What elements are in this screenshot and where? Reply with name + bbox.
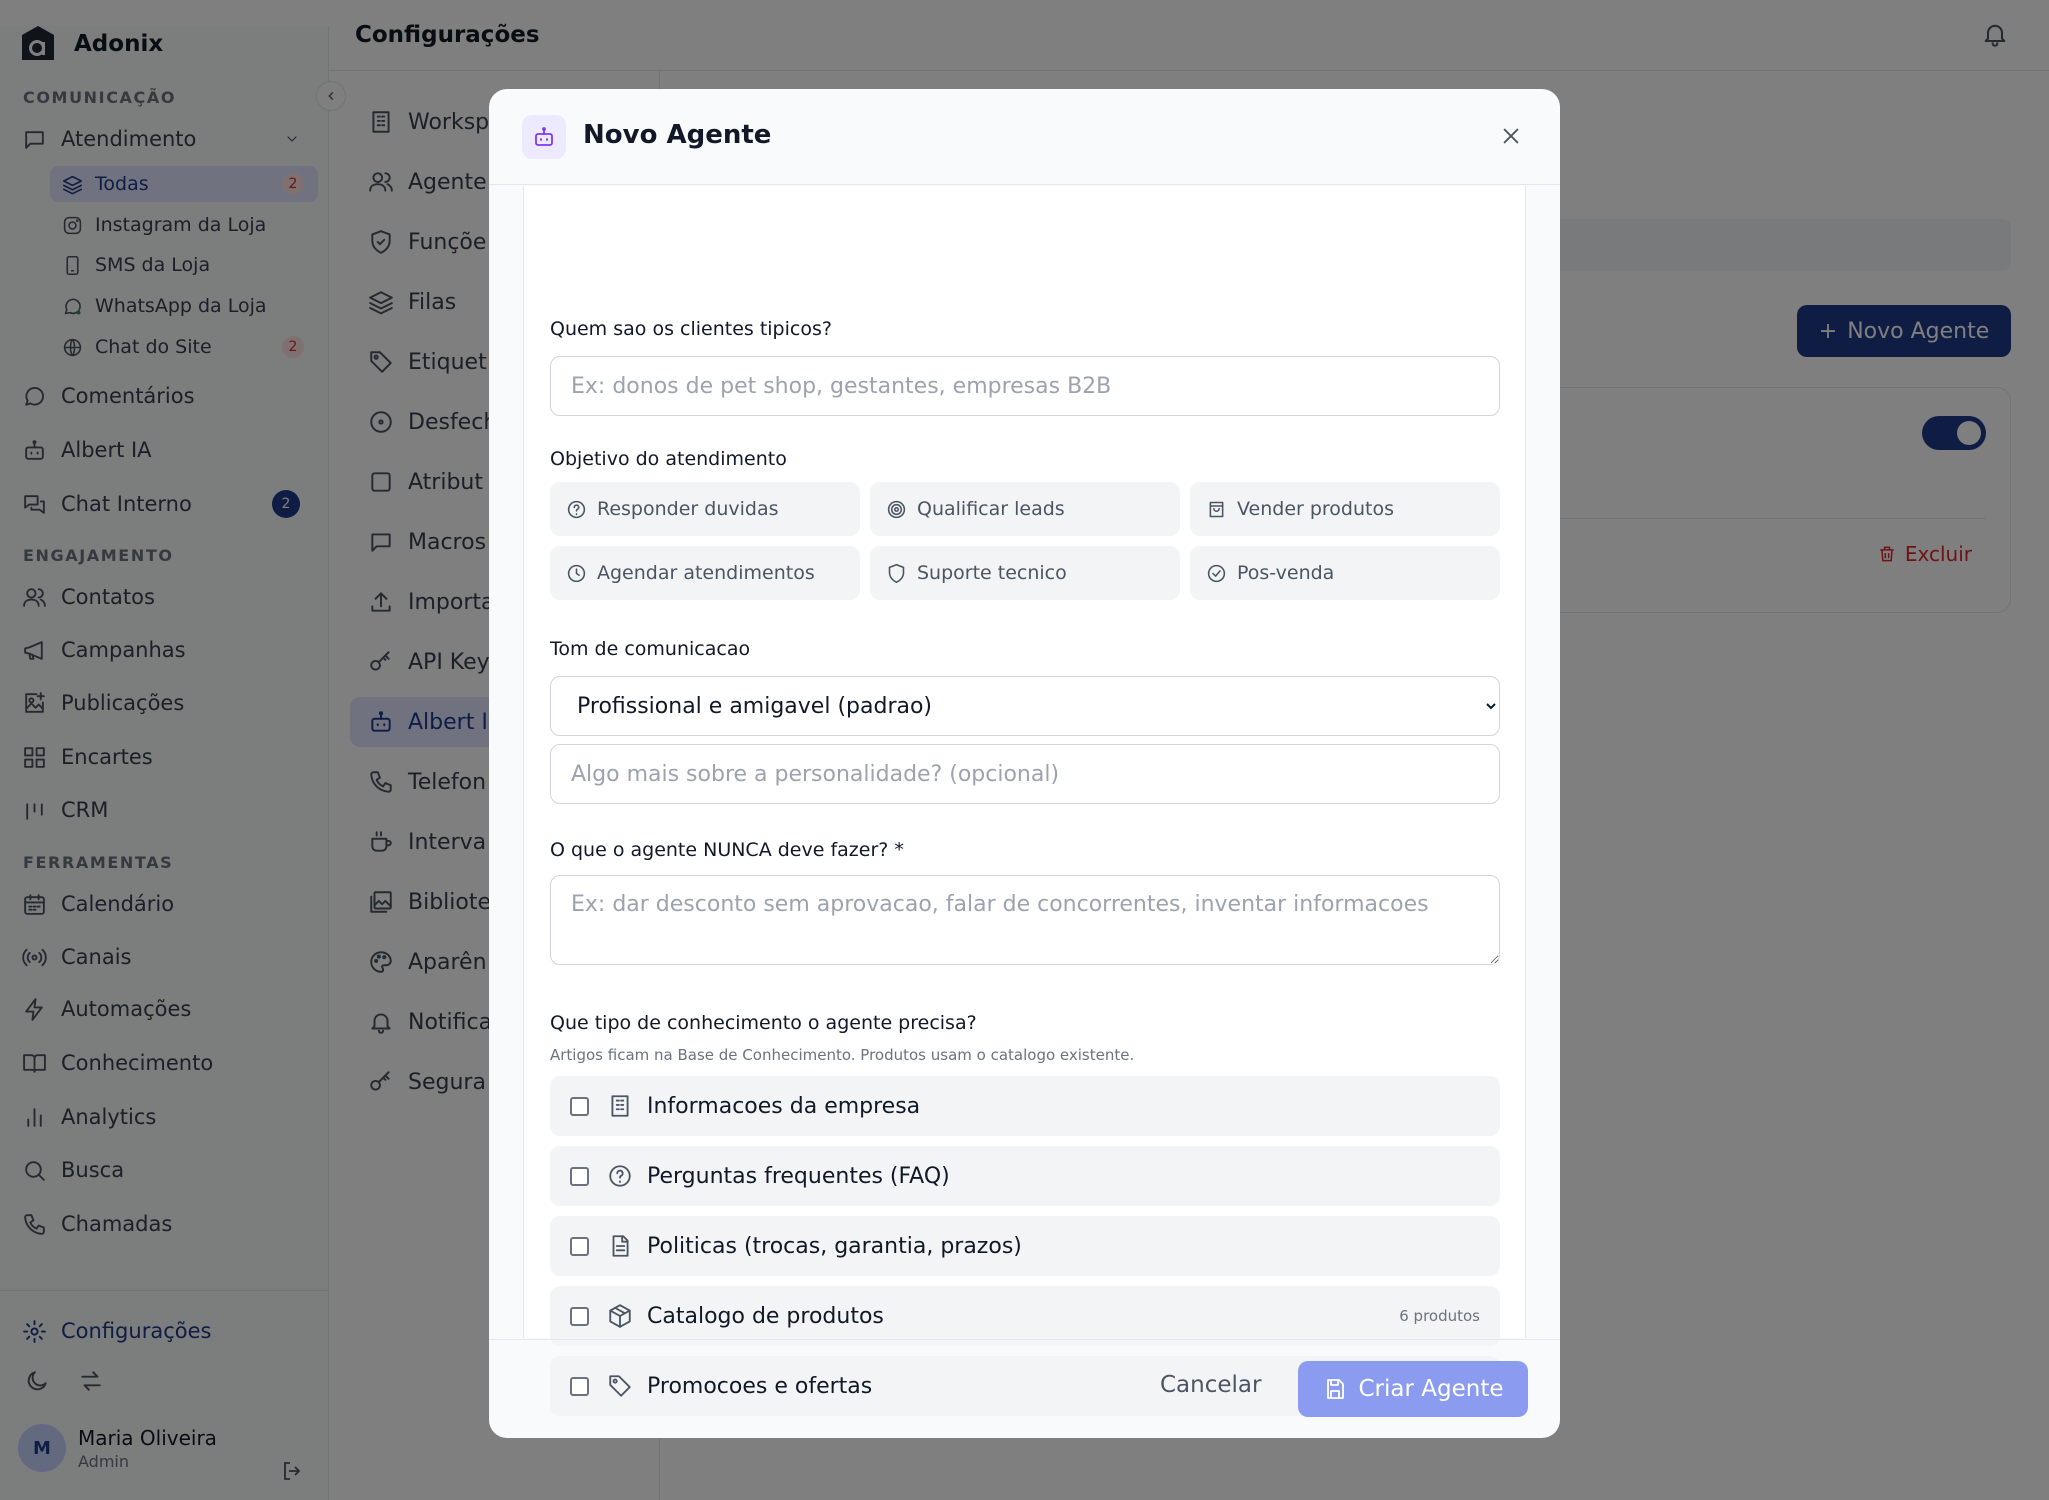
modal-body[interactable]: Quem sao os clientes tipicos? Objetivo d… <box>523 186 1526 1416</box>
save-icon <box>1326 1379 1344 1399</box>
objective-option-label: Vender produtos <box>1237 498 1395 520</box>
objective-option-label: Agendar atendimentos <box>597 562 815 584</box>
close-icon <box>1503 128 1519 144</box>
help-circle-icon <box>609 1165 631 1187</box>
objective-option-label: Pos-venda <box>1237 562 1335 584</box>
objective-option-label: Qualificar leads <box>917 498 1065 520</box>
objective-option-responder-duvidas[interactable]: Responder duvidas <box>550 482 860 536</box>
never-textarea[interactable] <box>550 875 1500 965</box>
product-count: 6 produtos <box>1399 1307 1480 1325</box>
shield-icon <box>888 563 905 583</box>
checkbox[interactable] <box>570 1096 589 1116</box>
objective-option-vender-produtos[interactable]: Vender produtos <box>1190 482 1500 536</box>
target-icon <box>887 500 906 518</box>
tone-select[interactable]: Profissional e amigavel (padrao) <box>550 676 1500 736</box>
objective-option-agendar-atendimentos[interactable]: Agendar atendimentos <box>550 546 860 600</box>
clock-icon <box>567 564 586 582</box>
tone-label: Tom de comunicacao <box>550 638 751 660</box>
modal-title: Novo Agente <box>583 120 772 150</box>
close-button[interactable] <box>1498 123 1524 149</box>
checkbox[interactable] <box>570 1166 589 1186</box>
knowledge-option-label: Politicas (trocas, garantia, prazos) <box>647 1233 1022 1259</box>
knowledge-label: Que tipo de conhecimento o agente precis… <box>550 1012 977 1034</box>
knowledge-option-label: Catalogo de produtos <box>647 1303 884 1329</box>
knowledge-option-label: Informacoes da empresa <box>647 1093 921 1119</box>
knowledge-option-faq[interactable]: Perguntas frequentes (FAQ) <box>550 1146 1500 1206</box>
cancel-button[interactable]: Cancelar <box>1160 1372 1261 1398</box>
checkbox[interactable] <box>570 1236 589 1256</box>
never-label: O que o agente NUNCA deve fazer? * <box>550 839 904 861</box>
shopping-bag-icon <box>1209 501 1224 517</box>
personality-input[interactable] <box>550 744 1500 804</box>
knowledge-option-politicas[interactable]: Politicas (trocas, garantia, prazos) <box>550 1216 1500 1276</box>
modal-footer: Cancelar Criar Agente <box>489 1339 1560 1438</box>
objective-label: Objetivo do atendimento <box>550 448 787 470</box>
help-circle-icon <box>567 500 586 518</box>
knowledge-hint: Artigos ficam na Base de Conhecimento. P… <box>550 1046 1135 1064</box>
objective-option-pos-venda[interactable]: Pos-venda <box>1190 546 1500 600</box>
modal-icon <box>522 115 566 159</box>
knowledge-option-label: Perguntas frequentes (FAQ) <box>647 1163 950 1189</box>
knowledge-option-catalogo[interactable]: Catalogo de produtos 6 produtos <box>550 1286 1500 1346</box>
create-agent-button[interactable]: Criar Agente <box>1298 1361 1528 1417</box>
modal-header: Novo Agente <box>489 89 1560 185</box>
check-circle-icon <box>1207 564 1226 582</box>
objective-option-label: Suporte tecnico <box>917 562 1067 584</box>
objective-options: Responder duvidas Qualificar leads Vende… <box>550 482 1500 600</box>
building-icon <box>611 1095 629 1117</box>
checkbox[interactable] <box>570 1306 589 1326</box>
bot-icon <box>535 127 553 146</box>
create-agent-label: Criar Agente <box>1358 1376 1504 1402</box>
clients-label: Quem sao os clientes tipicos? <box>550 318 832 340</box>
file-text-icon <box>612 1235 629 1257</box>
package-icon <box>609 1304 631 1328</box>
knowledge-option-empresa[interactable]: Informacoes da empresa <box>550 1076 1500 1136</box>
objective-option-label: Responder duvidas <box>597 498 779 520</box>
clients-input[interactable] <box>550 356 1500 416</box>
objective-option-qualificar-leads[interactable]: Qualificar leads <box>870 482 1180 536</box>
new-agent-modal: Novo Agente Quem sao os clientes tipicos… <box>489 89 1560 1438</box>
objective-option-suporte-tecnico[interactable]: Suporte tecnico <box>870 546 1180 600</box>
